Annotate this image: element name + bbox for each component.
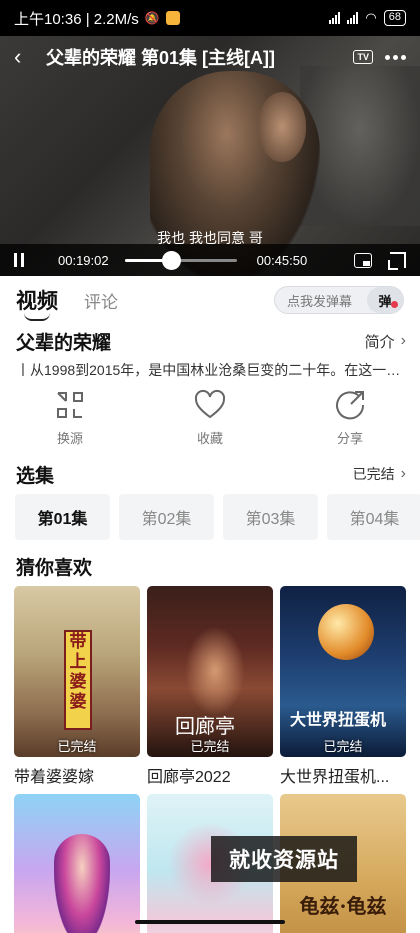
- progress-thumb[interactable]: [162, 250, 182, 270]
- poster-title-text: 回廊亭: [175, 714, 235, 738]
- progress-bar[interactable]: [124, 250, 237, 270]
- switch-source-label: 换源: [56, 431, 83, 446]
- home-indicator[interactable]: [135, 920, 285, 924]
- player-topbar: ‹ 父辈的荣耀 第01集 [主线[A]] TV: [0, 36, 420, 78]
- app-notification-icon: [165, 11, 180, 25]
- poster-title-board: 带上婆婆: [64, 630, 92, 730]
- chevron-right-icon[interactable]: ›: [401, 465, 406, 483]
- episode-item[interactable]: 第03集: [223, 494, 318, 540]
- favorite-button[interactable]: 收藏: [140, 388, 280, 450]
- signal-1-icon: [329, 12, 341, 24]
- poster-image: 回廊亭 已完结: [147, 586, 273, 757]
- share-icon: [333, 388, 367, 422]
- content-tabs: 视频 评论 点我发弹幕 弹: [0, 276, 420, 324]
- show-title-row: 父辈的荣耀 简介 ›: [16, 326, 406, 356]
- danmu-toggle-button[interactable]: 弹: [367, 287, 403, 313]
- recommend-name: 回廊亭2022: [147, 769, 231, 786]
- poster-figure: [54, 834, 110, 933]
- more-icon[interactable]: [385, 54, 406, 60]
- poster-status: 已完结: [323, 739, 363, 754]
- poster-image: 大世界扭蛋机 已完结: [280, 586, 406, 757]
- switch-source-icon: [53, 388, 87, 422]
- poster-status: 已完结: [190, 739, 230, 754]
- recommend-card[interactable]: 带上婆婆 已完结 带着婆婆嫁: [14, 586, 140, 787]
- danmu-placeholder: 点我发弹幕: [287, 293, 353, 309]
- picture-in-picture-icon[interactable]: [354, 252, 372, 268]
- recommend-name: 大世界扭蛋机...: [280, 769, 390, 786]
- status-right: ◠ 68: [329, 10, 406, 26]
- mute-icon: 🔕: [144, 11, 160, 25]
- poster-image: 带上婆婆 已完结: [14, 586, 140, 757]
- fullscreen-icon[interactable]: [388, 252, 406, 270]
- video-title: 父辈的荣耀 第01集 [主线[A]]: [46, 48, 275, 68]
- watermark-overlay: 就收资源站: [211, 836, 357, 882]
- poster-status: 已完结: [57, 739, 97, 754]
- danmu-toggle-dot-icon: [391, 301, 398, 308]
- tab-comment[interactable]: 评论: [84, 288, 118, 313]
- status-left: 上午10:36 | 2.2M/s 🔕: [14, 8, 180, 29]
- danmu-input[interactable]: 点我发弹幕 弹: [274, 286, 404, 314]
- danmu-toggle-label: 弹: [378, 293, 392, 309]
- action-row: 换源 收藏 分享: [0, 388, 420, 450]
- episodes-header: 选集 已完结 ›: [16, 460, 406, 488]
- poster-planet: [318, 604, 374, 660]
- player-controls: 00:19:02 00:45:50: [0, 244, 420, 276]
- status-bar: 上午10:36 | 2.2M/s 🔕 ◠ 68: [0, 0, 420, 36]
- chevron-right-icon[interactable]: ›: [401, 332, 406, 350]
- video-player[interactable]: ‹ 父辈的荣耀 第01集 [主线[A]] TV 我也 我也同意 哥 00:19:…: [0, 36, 420, 276]
- signal-2-icon: [347, 12, 359, 24]
- share-label: 分享: [336, 431, 363, 446]
- tv-cast-icon[interactable]: TV: [353, 50, 373, 64]
- episode-item[interactable]: 第01集: [15, 494, 110, 540]
- total-time: 00:45:50: [256, 252, 308, 268]
- share-button[interactable]: 分享: [280, 388, 420, 450]
- status-time-speed: 上午10:36 | 2.2M/s: [14, 10, 139, 28]
- current-time: 00:19:02: [58, 252, 109, 268]
- battery-indicator: 68: [383, 10, 406, 26]
- pause-icon[interactable]: [14, 253, 36, 267]
- recommend-title: 猜你喜欢: [16, 558, 93, 579]
- recommend-name: 带着婆婆嫁: [14, 769, 95, 786]
- intro-link[interactable]: 简介: [365, 331, 395, 352]
- poster-title-text: 龟兹·龟兹: [299, 894, 387, 918]
- episode-item[interactable]: 第04集: [327, 494, 420, 540]
- recommend-card[interactable]: 回廊亭 已完结 回廊亭2022: [147, 586, 273, 787]
- poster-image: [14, 794, 140, 933]
- video-frame-hand: [258, 92, 306, 162]
- recommend-card[interactable]: 大世界扭蛋机 已完结 大世界扭蛋机...: [280, 586, 406, 787]
- switch-source-button[interactable]: 换源: [0, 388, 140, 450]
- recommend-card[interactable]: [14, 794, 140, 933]
- tab-video[interactable]: 视频: [16, 285, 58, 321]
- episodes-status[interactable]: 已完结: [353, 464, 395, 484]
- wifi-icon: ◠: [365, 10, 377, 25]
- episode-list: 第01集 第02集 第03集 第04集: [15, 494, 420, 540]
- episode-item[interactable]: 第02集: [119, 494, 214, 540]
- poster-title-text: 大世界扭蛋机: [290, 712, 387, 729]
- episodes-title: 选集: [16, 465, 55, 487]
- show-title: 父辈的荣耀: [16, 332, 112, 354]
- show-synopsis[interactable]: 丨从1998到2015年，是中国林业沧桑巨变的二十年。在这一阶...: [16, 360, 408, 380]
- heart-icon: [193, 388, 227, 422]
- favorite-label: 收藏: [196, 431, 223, 446]
- back-icon[interactable]: ‹: [14, 46, 34, 68]
- poster-figure: [185, 626, 245, 716]
